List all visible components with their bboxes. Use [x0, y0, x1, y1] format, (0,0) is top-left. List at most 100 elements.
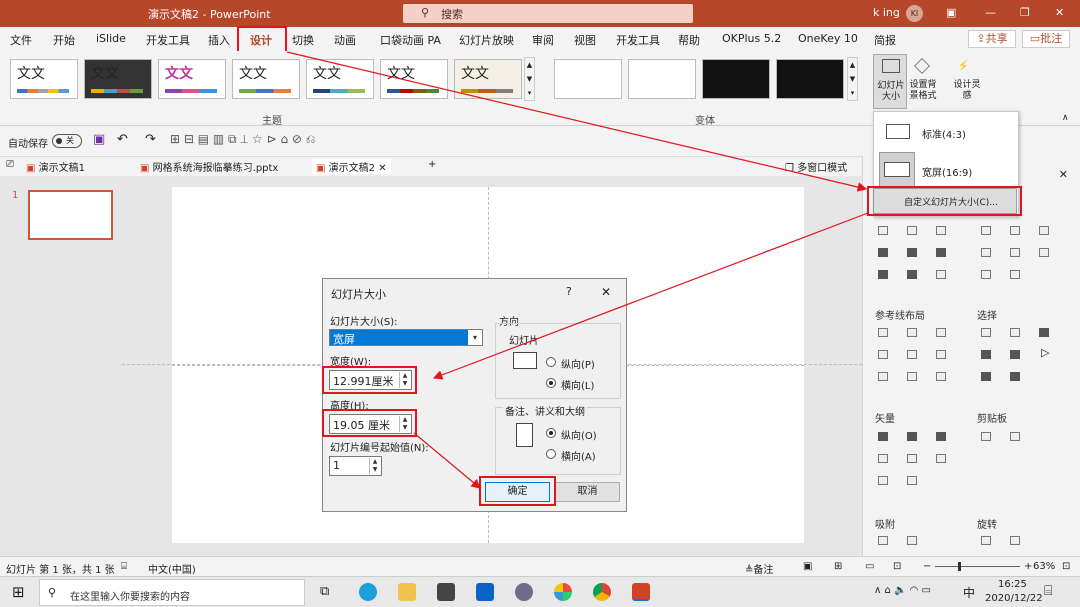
close-icon[interactable]: ✕: [1055, 6, 1064, 19]
align-top-icon[interactable]: [878, 248, 888, 257]
doc-tab-1[interactable]: ▣ 演示文稿1: [26, 159, 85, 174]
doc-tab-2[interactable]: ▣ 网格系统海报临摹练习.pptx: [140, 159, 278, 174]
align-bottom-icon[interactable]: [936, 248, 946, 257]
help-button[interactable]: ?: [566, 285, 572, 298]
ok-button[interactable]: 确定: [485, 482, 550, 502]
notes-portrait-radio[interactable]: [546, 428, 556, 438]
theme-thumb-7[interactable]: 文文: [454, 59, 522, 99]
redo-icon[interactable]: ↷: [145, 132, 156, 147]
mail-icon[interactable]: [476, 583, 494, 601]
landscape-radio[interactable]: [546, 378, 556, 388]
play-icon[interactable]: ▷: [1041, 346, 1049, 359]
menu-help[interactable]: 帮助: [678, 32, 700, 48]
doc-tab-3[interactable]: ▣ 演示文稿2 ✕: [312, 159, 391, 174]
same-height-icon[interactable]: [1010, 226, 1020, 235]
menu-brief[interactable]: 简报: [874, 32, 896, 48]
variant-thumb-4[interactable]: [776, 59, 844, 99]
dialog-close-button[interactable]: ✕: [601, 285, 611, 299]
variant-thumb-3[interactable]: [702, 59, 770, 99]
zoom-out-icon[interactable]: −: [923, 561, 931, 572]
link-icon[interactable]: [907, 476, 917, 485]
menu-pocket-animation[interactable]: 口袋动画 PA: [380, 32, 441, 48]
tabs-menu-icon[interactable]: ⎚: [6, 159, 14, 170]
share-button[interactable]: ⇪共享: [968, 30, 1016, 48]
snap-right-icon[interactable]: [907, 536, 917, 545]
slide-size-button[interactable]: 幻灯片大小: [873, 54, 907, 109]
notes-button[interactable]: ≜备注: [745, 561, 773, 576]
comments-button[interactable]: ▭批注: [1022, 30, 1070, 48]
spellcheck-icon[interactable]: ⌸: [121, 561, 127, 572]
align-right-icon[interactable]: [936, 226, 946, 235]
file-explorer-icon[interactable]: [398, 583, 416, 601]
reading-view-icon[interactable]: ▭: [865, 561, 874, 572]
union-icon[interactable]: [878, 432, 888, 441]
normal-view-icon[interactable]: ▣: [803, 561, 812, 572]
menu-onekey[interactable]: OneKey 10: [798, 32, 858, 45]
powerpoint-icon[interactable]: [632, 583, 650, 601]
rotate-right-icon[interactable]: [1010, 536, 1020, 545]
undo-icon[interactable]: ↶: [117, 132, 128, 147]
zoom-in-icon[interactable]: +: [1024, 561, 1032, 572]
maximize-icon[interactable]: ❐: [1020, 6, 1030, 19]
avatar[interactable]: KI: [906, 5, 923, 22]
widescreen-option[interactable]: 宽屏(16:9): [922, 164, 972, 179]
minimize-icon[interactable]: —: [985, 6, 996, 19]
intersect-icon[interactable]: [878, 454, 888, 463]
close-panel-icon[interactable]: ✕: [1059, 168, 1068, 181]
select-split-icon[interactable]: [1010, 372, 1020, 381]
cancel-button[interactable]: 取消: [555, 482, 620, 502]
format-background-button[interactable]: 设置背景格式: [908, 54, 938, 109]
notes-landscape-radio[interactable]: [546, 449, 556, 459]
theme-thumb-4[interactable]: 文文: [232, 59, 300, 99]
menu-file[interactable]: 文件: [10, 32, 32, 48]
same-width-icon[interactable]: [981, 226, 991, 235]
clock-date[interactable]: 2020/12/22: [985, 593, 1043, 604]
notification-icon[interactable]: ⌸: [1044, 583, 1052, 599]
theme-gallery-scroll[interactable]: ▲ ▼ ▾: [524, 57, 535, 101]
bottom-edge-icon[interactable]: [1010, 270, 1020, 279]
save-icon[interactable]: ▣: [93, 132, 105, 147]
chrome-icon[interactable]: [593, 583, 611, 601]
zoom-slider-thumb[interactable]: [958, 562, 961, 571]
menu-design[interactable]: 设计: [250, 32, 272, 48]
fragment-icon[interactable]: [936, 432, 946, 441]
slide-thumbnail[interactable]: [28, 190, 113, 240]
menu-okplus[interactable]: OKPlus 5.2: [722, 32, 781, 45]
copy-icon[interactable]: [981, 432, 991, 441]
align-middle-icon[interactable]: [907, 248, 917, 257]
edge-icon[interactable]: [359, 583, 377, 601]
collapse-ribbon-icon[interactable]: ∧: [1062, 113, 1069, 123]
sorter-view-icon[interactable]: ⊞: [834, 561, 842, 572]
new-tab-icon[interactable]: +: [428, 159, 436, 170]
menu-developer[interactable]: 开发工具: [146, 32, 190, 48]
theme-thumb-6[interactable]: 文文: [380, 59, 448, 99]
align-center-icon[interactable]: [907, 226, 917, 235]
menu-transitions[interactable]: 切换: [292, 32, 314, 48]
right-edge-icon[interactable]: [1010, 248, 1020, 257]
variant-gallery-scroll[interactable]: ▲ ▼ ▾: [847, 57, 858, 101]
taskbar-search[interactable]: ⚲ 在这里输入你要搜索的内容: [39, 579, 305, 606]
paste-icon[interactable]: [1010, 432, 1020, 441]
guide-left-icon[interactable]: [878, 328, 888, 337]
guide-h-icon[interactable]: [878, 372, 888, 381]
task-view-icon[interactable]: ⧉: [320, 584, 329, 599]
top-edge-icon[interactable]: [981, 270, 991, 279]
distribute-grid-icon[interactable]: [936, 270, 946, 279]
combine-icon[interactable]: [907, 432, 917, 441]
stretch-icon[interactable]: [1039, 248, 1049, 257]
slide-size-select[interactable]: 宽屏 ▾: [329, 329, 483, 346]
ribbon-display-icon[interactable]: ▣: [946, 6, 956, 19]
store-icon[interactable]: [437, 583, 455, 601]
subtract-icon[interactable]: [907, 454, 917, 463]
select-bottom-icon[interactable]: [1010, 350, 1020, 359]
tray-icons[interactable]: ∧ ⌂ 🔈 ◠ ▭: [874, 585, 931, 596]
distribute-h-icon[interactable]: [878, 270, 888, 279]
guide-center-icon[interactable]: [907, 328, 917, 337]
qat-tools-icons[interactable]: ⊞ ⊟ ▤ ▥ ⧉ ⟂ ☆ ⊳ ⌂ ⊘ ⎌: [170, 132, 315, 147]
multi-window-mode[interactable]: ❐ 多窗口模式: [785, 159, 847, 174]
ime-indicator[interactable]: 中: [963, 584, 975, 601]
width-input[interactable]: 12.991厘米 ▲ ▼: [329, 370, 412, 390]
guide-middle-icon[interactable]: [907, 350, 917, 359]
user-name[interactable]: k ing: [873, 6, 900, 19]
height-input[interactable]: 19.05 厘米 ▲ ▼: [329, 414, 412, 434]
